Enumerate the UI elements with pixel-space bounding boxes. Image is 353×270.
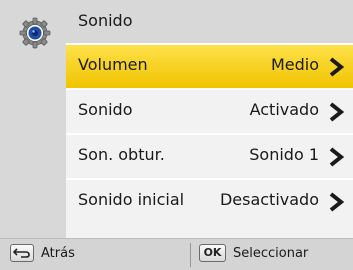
settings-gear-icon[interactable]	[19, 17, 51, 49]
category-column	[0, 0, 66, 238]
ok-key[interactable]: OK	[199, 244, 226, 262]
menu-item-value: Medio	[270, 55, 319, 74]
camera-settings-screen: Sonido Volumen Medio Sonido Activado Son…	[0, 0, 353, 270]
menu-item-sonido[interactable]: Sonido Activado	[66, 88, 353, 133]
menu-item-value: Activado	[249, 100, 319, 119]
back-key[interactable]	[10, 244, 34, 262]
menu-item-value: Sonido 1	[249, 145, 319, 164]
back-arrow-icon	[12, 248, 30, 258]
menu-item-sonido-inicial[interactable]: Sonido inicial Desactivado	[66, 178, 353, 238]
menu-item-label: Sonido	[78, 100, 133, 119]
menu-item-son-obtur[interactable]: Son. obtur. Sonido 1	[66, 133, 353, 178]
chevron-right-icon	[329, 147, 345, 167]
menu-header: Sonido	[66, 0, 353, 43]
chevron-right-icon	[329, 192, 345, 212]
menu-item-volumen[interactable]: Volumen Medio	[66, 43, 353, 88]
chevron-right-icon	[329, 57, 345, 77]
back-label: Atrás	[41, 246, 75, 261]
menu-item-label: Volumen	[78, 55, 148, 74]
menu-title: Sonido	[78, 11, 133, 30]
menu-item-label: Sonido inicial	[78, 190, 185, 209]
settings-menu: Sonido Volumen Medio Sonido Activado Son…	[66, 0, 353, 238]
menu-item-label: Son. obtur.	[78, 145, 165, 164]
chevron-right-icon	[329, 102, 345, 122]
footer-divider	[190, 243, 191, 267]
select-label: Seleccionar	[233, 246, 309, 261]
button-guide-bar: Atrás OK Seleccionar	[0, 238, 353, 270]
menu-item-value: Desactivado	[219, 190, 319, 209]
